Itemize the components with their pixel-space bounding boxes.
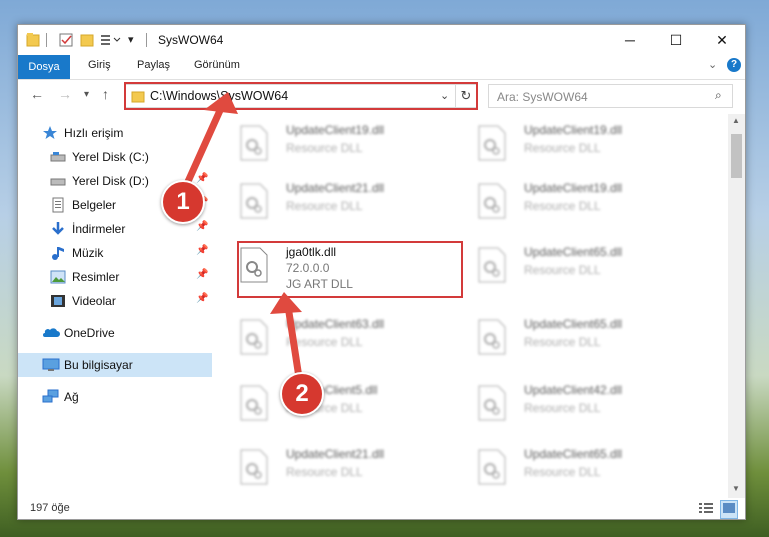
callout-badge-1: 1: [161, 180, 205, 224]
callout-arrow-1: [182, 102, 226, 190]
callout-arrows: [182, 92, 304, 388]
callout-arrow-2-head: [270, 292, 302, 314]
callout-arrow-1-head: [204, 92, 238, 114]
callout-badge-2: 2: [280, 372, 324, 416]
